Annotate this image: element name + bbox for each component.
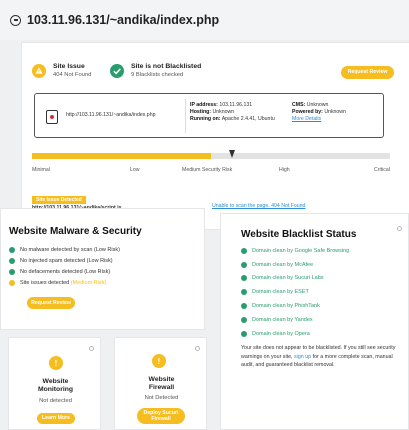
list-item: Domain clean by Sucuri Labs xyxy=(241,272,406,286)
check-icon xyxy=(241,275,247,282)
risk-label-high: High xyxy=(279,167,290,173)
list-item: Domain clean by Opera xyxy=(241,327,406,341)
cms-details: CMS: Unknown Powered by: Unknown More De… xyxy=(292,102,346,122)
issue-message-link[interactable]: Unable to scan the page. 404 Not Found xyxy=(212,203,305,210)
site-url-text: http://103.11.96.131/~andika/index.php xyxy=(66,112,156,118)
list-item: Domain clean by McAfee xyxy=(241,258,406,272)
blacklist-summary: Site is not Blacklisted 9 Blacklists che… xyxy=(110,63,201,79)
list-item: Domain clean by ESET xyxy=(241,285,406,299)
hosting-value: Unknown xyxy=(212,109,235,115)
check-icon xyxy=(241,247,247,254)
warning-icon xyxy=(9,279,15,286)
warning-icon: ! xyxy=(49,356,63,370)
site-issue-title: Site Issue xyxy=(53,63,85,70)
running-on-value: Apache 2.4.41, Ubuntu xyxy=(221,116,275,122)
check-icon xyxy=(9,268,15,275)
website-icon xyxy=(46,110,58,124)
firewall-card: ! Website Firewall Not Detected Deploy Su… xyxy=(114,337,207,430)
risk-label-minimal: Minimal xyxy=(32,167,50,173)
malware-section-title: Website Malware & Security xyxy=(9,226,142,237)
server-details: IP address: 103.11.96.131 Hosting: Unkno… xyxy=(190,102,275,122)
deploy-firewall-button[interactable]: Deploy Sucuri Firewall xyxy=(137,408,185,424)
risk-label-low: Low xyxy=(130,167,140,173)
powered-by-value: Unknown xyxy=(324,109,346,115)
sign-up-link[interactable]: sign up xyxy=(294,354,311,360)
check-icon xyxy=(241,303,247,310)
firewall-status: Not Detected xyxy=(144,395,179,401)
blacklist-note: Your site does not appear to be blacklis… xyxy=(241,345,396,369)
check-icon xyxy=(241,261,247,268)
blacklist-section-title: Website Blacklist Status xyxy=(241,229,357,240)
list-item: No malware detected by scan (Low Risk) xyxy=(9,244,199,255)
blacklist-status-card: Website Blacklist Status Domain clean by… xyxy=(220,213,409,430)
blacklist-list: Domain clean by Google Safe Browsing Dom… xyxy=(241,244,406,341)
malware-checklist: No malware detected by scan (Low Risk) N… xyxy=(9,244,199,288)
monitoring-status: Not detected xyxy=(39,398,72,404)
scan-summary-card: Site Issue 404 Not Found Site is not Bla… xyxy=(21,42,409,230)
settings-icon[interactable] xyxy=(89,346,94,351)
warning-icon xyxy=(32,64,46,78)
site-info-box: http://103.11.96.131/~andika/index.php I… xyxy=(34,93,384,138)
check-icon xyxy=(241,316,247,323)
list-item: Site issues detected (Medium Risk) xyxy=(9,277,199,288)
list-item: Domain clean by Google Safe Browsing xyxy=(241,244,406,258)
monitoring-title: Website Monitoring xyxy=(37,378,74,393)
monitoring-card: ! Website Monitoring Not detected Learn M… xyxy=(8,337,101,430)
scanned-url: 103.11.96.131/~andika/index.php xyxy=(27,13,220,27)
risk-label-critical: Critical xyxy=(374,167,390,173)
risk-meter-fill xyxy=(32,153,211,159)
site-issue-subtitle: 404 Not Found xyxy=(53,72,92,78)
blacklist-title: Site is not Blacklisted xyxy=(131,63,202,70)
list-item: Domain clean by PhishTank xyxy=(241,299,406,313)
cms-value: Unknown xyxy=(306,102,329,108)
list-item: Domain clean by Yandex xyxy=(241,313,406,327)
list-item: No defacements detected (Low Risk) xyxy=(9,266,199,277)
risk-meter xyxy=(32,153,390,159)
blacklist-subtitle: 9 Blacklists checked xyxy=(131,72,184,78)
ip-value: 103.11.96.131 xyxy=(219,102,253,108)
malware-request-review-button[interactable]: Request Review xyxy=(27,297,75,309)
request-review-button[interactable]: Request Review xyxy=(341,66,394,79)
check-icon xyxy=(241,330,247,337)
check-icon xyxy=(9,246,15,253)
risk-level-marker xyxy=(229,150,235,158)
malware-security-card: Website Malware & Security No malware de… xyxy=(0,208,205,330)
url-header: 103.11.96.131/~andika/index.php xyxy=(0,0,409,40)
settings-icon[interactable] xyxy=(397,226,402,231)
settings-icon[interactable] xyxy=(195,346,200,351)
list-item: No injected spam detected (Low Risk) xyxy=(9,255,199,266)
check-icon xyxy=(241,289,247,296)
warning-icon: ! xyxy=(152,354,166,368)
risk-label-medium: Medium Security Risk xyxy=(182,167,233,173)
firewall-title: Website Firewall xyxy=(148,376,175,391)
check-circle-icon xyxy=(110,64,124,78)
divider xyxy=(185,99,186,133)
site-issue-summary: Site Issue 404 Not Found xyxy=(32,63,91,79)
collapse-icon[interactable] xyxy=(10,14,21,26)
site-issue-detected-tag: Site Issue Detected xyxy=(32,196,86,204)
more-details-link[interactable]: More Details xyxy=(292,116,321,122)
learn-more-button[interactable]: Learn More xyxy=(37,413,75,424)
check-icon xyxy=(9,257,15,264)
